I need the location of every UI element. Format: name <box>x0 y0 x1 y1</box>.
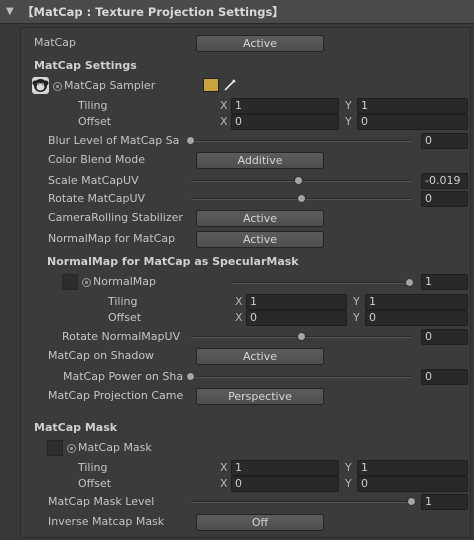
matcap-on-shadow-label: MatCap on Shadow <box>48 349 155 362</box>
object-picker-icon[interactable] <box>82 278 91 287</box>
monkey-matcap-icon[interactable] <box>32 77 49 94</box>
matcap-on-shadow-toggle[interactable]: Active <box>196 348 324 365</box>
normalmap-slider-track[interactable] <box>232 282 410 284</box>
normalmap-offset-label: Offset <box>108 311 142 324</box>
normalmap-offset-x-axis: X <box>235 311 243 324</box>
inverse-matcap-mask-toggle[interactable]: Off <box>196 514 324 531</box>
sampler-tiling-y-field[interactable]: 1 <box>357 98 468 114</box>
mask-tiling-y-axis: Y <box>345 461 352 474</box>
sampler-offset-x-field[interactable]: 0 <box>231 114 339 130</box>
matcap-sampler-label: MatCap Sampler <box>64 79 156 92</box>
normalmap-tiling-x-field[interactable]: 1 <box>246 294 347 310</box>
eyedropper-icon[interactable] <box>223 78 237 92</box>
sampler-tiling-x-axis: X <box>220 99 228 112</box>
sampler-tiling-y-axis: Y <box>345 99 352 112</box>
matcap-power-on-shadow-slider-thumb[interactable] <box>186 372 195 381</box>
mask-tiling-y-field[interactable]: 1 <box>357 460 468 476</box>
mask-offset-label: Offset <box>78 477 112 490</box>
mask-tiling-x-axis: X <box>220 461 228 474</box>
camera-rolling-stabilizer-label: CameraRolling Stabilizer <box>48 211 183 224</box>
foldout-arrow-icon[interactable]: ▼ <box>6 0 14 24</box>
rotate-normalmapuv-label: Rotate NormalMapUV <box>62 330 181 343</box>
matcap-mask-label: MatCap Mask <box>78 441 152 454</box>
object-picker-icon[interactable] <box>67 444 76 453</box>
section-foldout-header[interactable]: ▼ 【MatCap : Texture Projection Settings】 <box>0 0 474 24</box>
matcap-projection-camera-dropdown[interactable]: Perspective <box>196 388 324 405</box>
normalmap-tiling-y-field[interactable]: 1 <box>365 294 468 310</box>
matcap-power-on-shadow-slider-track[interactable] <box>191 376 412 378</box>
section-title: 【MatCap : Texture Projection Settings】 <box>22 5 284 19</box>
mask-tiling-label: Tiling <box>78 461 108 474</box>
matcap-toggle-button[interactable]: Active <box>196 35 324 52</box>
sampler-offset-y-axis: Y <box>345 115 352 128</box>
matcap-projection-camera-label: MatCap Projection Came <box>48 389 184 402</box>
matcap-mask-level-slider-track[interactable] <box>191 501 412 503</box>
normalmap-offset-y-axis: Y <box>353 311 360 324</box>
normalmap-texture-slot[interactable] <box>62 274 78 290</box>
color-blend-mode-label: Color Blend Mode <box>48 153 146 166</box>
scale-matcapuv-label: Scale MatCapUV <box>48 174 139 187</box>
matcap-mask-level-label: MatCap Mask Level <box>48 495 155 508</box>
rotate-matcapuv-slider-thumb[interactable] <box>296 194 306 203</box>
matcap-mask-level-field[interactable]: 1 <box>421 494 468 510</box>
normalmap-for-matcap-toggle[interactable]: Active <box>196 231 324 248</box>
mask-tiling-x-field[interactable]: 1 <box>231 460 339 476</box>
normalmap-label: NormalMap <box>93 275 157 288</box>
rotate-matcapuv-label: Rotate MatCapUV <box>48 192 146 205</box>
blur-level-slider-track[interactable] <box>191 140 412 142</box>
blur-level-slider-thumb[interactable] <box>186 136 195 145</box>
color-swatch[interactable] <box>203 78 219 92</box>
mask-offset-y-field[interactable]: 0 <box>357 476 468 492</box>
mask-offset-x-axis: X <box>220 477 228 490</box>
normalmap-tiling-x-axis: X <box>235 295 243 308</box>
mask-offset-x-field[interactable]: 0 <box>231 476 339 492</box>
color-blend-mode-dropdown[interactable]: Additive <box>196 152 324 169</box>
sampler-offset-y-field[interactable]: 0 <box>357 114 468 130</box>
blur-level-label: Blur Level of MatCap Sa <box>48 134 180 147</box>
normalmap-offset-y-field[interactable]: 0 <box>365 310 468 326</box>
matcap-mask-heading: MatCap Mask <box>34 421 118 434</box>
inverse-matcap-mask-label: Inverse Matcap Mask <box>48 515 165 528</box>
sampler-offset-label: Offset <box>78 115 112 128</box>
specular-mask-heading: NormalMap for MatCap as SpecularMask <box>47 255 299 268</box>
blur-level-field[interactable]: 0 <box>421 133 468 149</box>
normalmap-tiling-label: Tiling <box>108 295 138 308</box>
rotate-normalmapuv-slider-thumb[interactable] <box>296 332 306 341</box>
matcap-label: MatCap <box>34 36 76 49</box>
matcap-power-on-shadow-label: MatCap Power on Sha <box>63 370 184 383</box>
matcap-mask-texture-slot[interactable] <box>47 440 63 456</box>
rotate-matcapuv-field[interactable]: 0 <box>421 191 468 207</box>
sampler-tiling-x-field[interactable]: 1 <box>231 98 339 114</box>
normalmap-for-matcap-label: NormalMap for MatCap <box>48 232 176 245</box>
sampler-tiling-label: Tiling <box>78 99 108 112</box>
rotate-normalmapuv-field[interactable]: 0 <box>421 329 468 345</box>
camera-rolling-stabilizer-toggle[interactable]: Active <box>196 210 324 227</box>
sampler-offset-x-axis: X <box>220 115 228 128</box>
normalmap-slider-thumb[interactable] <box>405 278 414 287</box>
normalmap-field[interactable]: 1 <box>421 274 468 290</box>
matcap-power-on-shadow-field[interactable]: 0 <box>421 369 468 385</box>
normalmap-tiling-y-axis: Y <box>353 295 360 308</box>
matcap-mask-level-slider-thumb[interactable] <box>407 497 416 506</box>
mask-offset-y-axis: Y <box>345 477 352 490</box>
scale-matcapuv-field[interactable]: -0.019 <box>421 173 468 189</box>
matcap-settings-heading: MatCap Settings <box>34 59 137 72</box>
normalmap-offset-x-field[interactable]: 0 <box>246 310 347 326</box>
object-picker-icon[interactable] <box>53 82 62 91</box>
